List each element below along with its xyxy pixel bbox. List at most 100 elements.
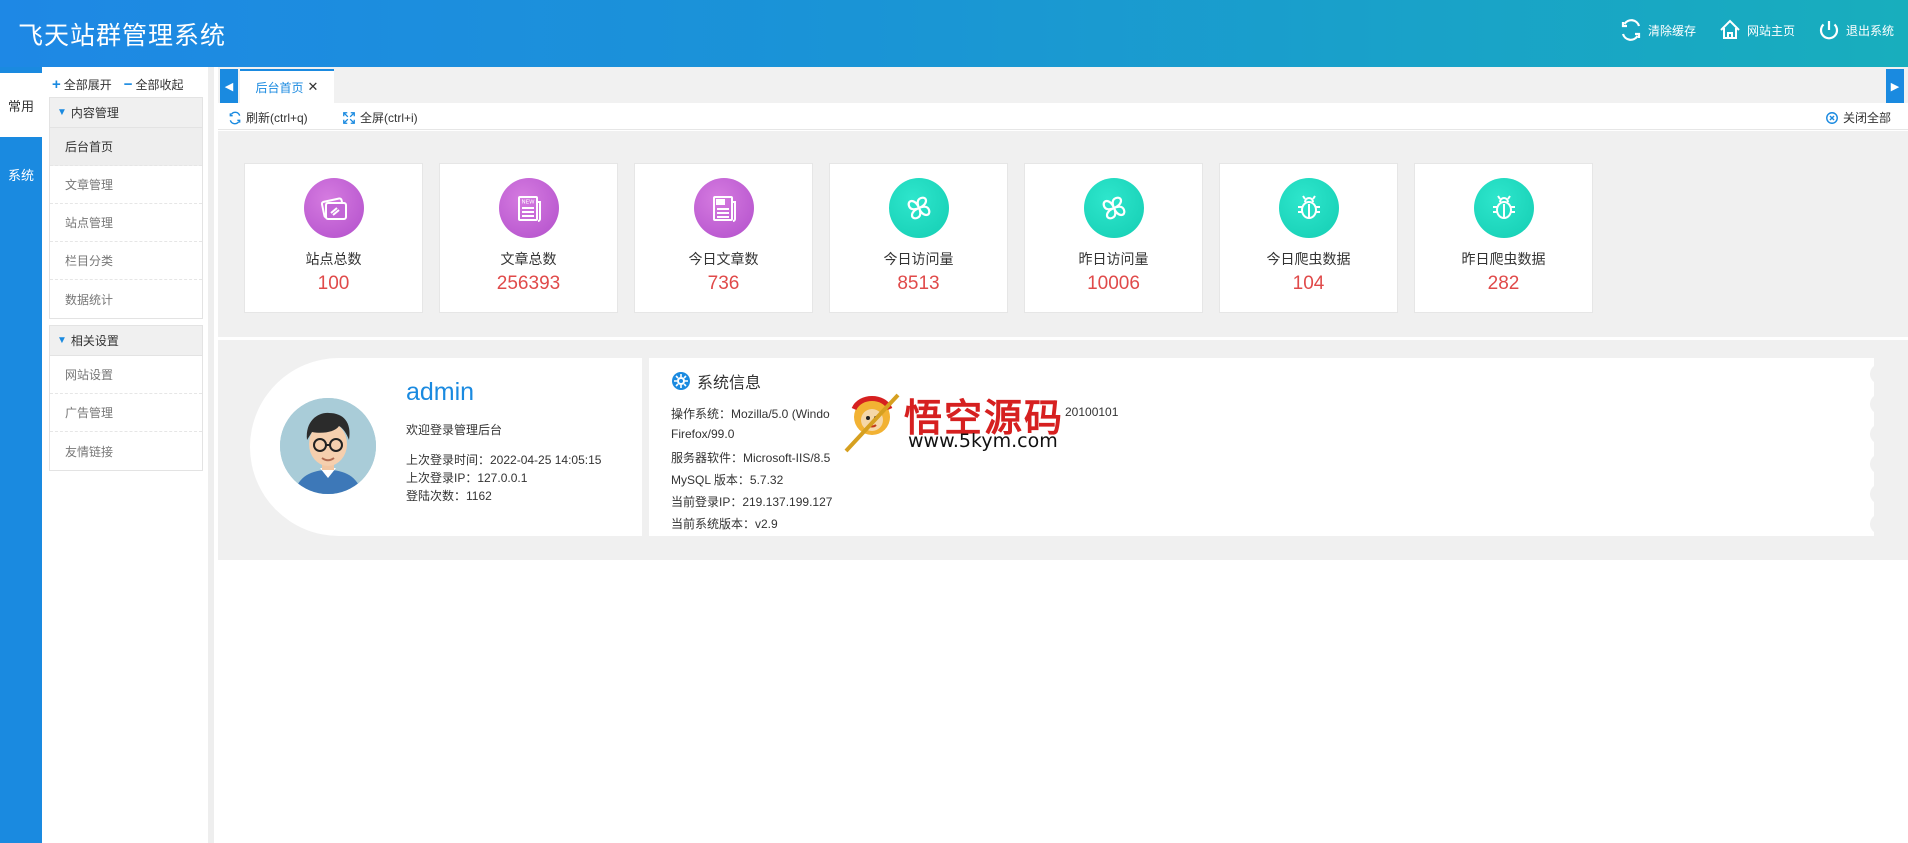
fullscreen-icon	[343, 111, 355, 124]
stat-card-yesterday-visits: 昨日访问量 10006	[1024, 163, 1203, 313]
today-doc-icon	[693, 178, 754, 238]
system-info-card: 系统信息 操作系统：Mozilla/5.0 (Windo 20100101 Fi…	[649, 358, 1874, 536]
clear-cache-label: 清除缓存	[1647, 23, 1696, 38]
stat-card-articles: NEW 文章总数 256393	[439, 163, 618, 313]
login-count: 登陆次数：1162	[406, 489, 492, 503]
settings-icon	[672, 372, 690, 390]
expand-collapse-bar: + 全部展开 − 全部收起	[52, 76, 184, 93]
bug-icon	[1278, 178, 1339, 238]
clover-icon	[888, 178, 949, 238]
ip-info: 当前登录IP：219.137.199.127	[671, 495, 833, 509]
main-content: 站点总数 100 NEW 文章总数 256393 今日文章数 736 今日访问量…	[218, 131, 1908, 843]
sidebar-item-site-settings[interactable]: 网站设置	[50, 356, 202, 394]
bug-icon	[1473, 178, 1534, 238]
power-icon	[1819, 21, 1839, 40]
plus-icon: +	[52, 75, 61, 93]
close-icon[interactable]: ✕	[308, 79, 319, 95]
last-login-time: 上次登录时间：2022-04-25 14:05:15	[406, 453, 602, 467]
collapse-all-button[interactable]: − 全部收起	[124, 76, 184, 93]
system-info-title-text: 系统信息	[697, 375, 762, 392]
expand-all-label: 全部展开	[63, 78, 112, 92]
fullscreen-button[interactable]: 全屏(ctrl+i)	[342, 109, 418, 126]
expand-all-button[interactable]: + 全部展开	[52, 76, 112, 93]
stat-value: 8513	[897, 273, 940, 294]
stat-label: 文章总数	[500, 251, 557, 267]
clover-icon	[1083, 178, 1144, 238]
menu-group-header[interactable]: ▼ 相关设置	[50, 326, 202, 356]
refresh-tab-button[interactable]: 刷新(ctrl+q)	[228, 109, 308, 126]
refresh-icon	[229, 111, 241, 124]
stat-card-today-crawlers: 今日爬虫数据 104	[1219, 163, 1398, 313]
sidebar-item-categories[interactable]: 栏目分类	[50, 242, 202, 280]
stats-area: 站点总数 100 NEW 文章总数 256393 今日文章数 736 今日访问量…	[218, 131, 1908, 337]
tab-scroll-right-button[interactable]: ▶	[1886, 69, 1904, 103]
username: admin	[406, 378, 475, 406]
stat-label: 今日文章数	[688, 251, 759, 267]
home-page-button[interactable]: 网站主页	[1718, 18, 1795, 42]
stat-label: 今日访问量	[883, 251, 954, 267]
sidebar-item-statistics[interactable]: 数据统计	[50, 280, 202, 318]
version-info: 当前系统版本：v2.9	[671, 517, 778, 531]
sidebar: + 全部展开 − 全部收起 ▼ 内容管理 后台首页 文章管理 站点管理 栏目分类 数据…	[42, 67, 214, 843]
chevron-down-icon: ▼	[57, 335, 67, 346]
server-info: 服务器软件：Microsoft-IIS/8.5	[671, 451, 831, 465]
rail-item-system[interactable]: 系统	[0, 142, 42, 206]
watermark-url: www.5kym.com	[908, 430, 1058, 452]
stat-value: 104	[1292, 273, 1325, 294]
home-icon	[1720, 19, 1740, 39]
sidebar-item-sites[interactable]: 站点管理	[50, 204, 202, 242]
browser-info: Firefox/99.0	[671, 427, 735, 441]
refresh-icon	[1621, 19, 1641, 41]
close-all-label: 关闭全部	[1842, 111, 1891, 125]
logout-label: 退出系统	[1845, 23, 1894, 38]
stat-card-today-visits: 今日访问量 8513	[829, 163, 1008, 313]
stat-label: 今日爬虫数据	[1266, 251, 1351, 267]
monkey-king-icon	[844, 393, 900, 453]
avatar	[280, 398, 376, 494]
stat-value: 736	[707, 273, 740, 294]
close-all-tabs-button[interactable]: 关闭全部	[1825, 109, 1891, 126]
rail-item-common[interactable]: 常用	[0, 73, 42, 137]
menu-group-settings: ▼ 相关设置 网站设置 广告管理 友情链接	[49, 325, 203, 471]
close-circle-icon	[1826, 111, 1838, 124]
last-login-ip: 上次登录IP：127.0.0.1	[406, 471, 528, 485]
card-icon	[303, 178, 364, 238]
stat-value: 256393	[496, 273, 561, 294]
tab-toolbar: 刷新(ctrl+q) 全屏(ctrl+i) 关闭全部	[218, 103, 1908, 130]
header-actions: 清除缓存 网站主页 退出系统	[1619, 18, 1894, 42]
logout-button[interactable]: 退出系统	[1817, 18, 1894, 42]
watermark-logo: 悟空源码 www.5kym.com	[840, 387, 1070, 457]
tab-scroll-left-button[interactable]: ◀	[220, 69, 238, 103]
edge-decoration	[1870, 358, 1874, 536]
tab-label: 后台首页	[255, 80, 304, 95]
sidebar-item-dashboard[interactable]: 后台首页	[50, 128, 202, 166]
stat-card-yesterday-crawlers: 昨日爬虫数据 282	[1414, 163, 1593, 313]
minus-icon: −	[123, 75, 133, 93]
refresh-label: 刷新(ctrl+q)	[246, 111, 308, 125]
stat-label: 站点总数	[305, 251, 362, 267]
menu-group-title: 相关设置	[70, 334, 119, 348]
fullscreen-label: 全屏(ctrl+i)	[360, 111, 418, 125]
stat-card-today-articles: 今日文章数 736	[634, 163, 813, 313]
profile-card: admin 欢迎登录管理后台 上次登录时间：2022-04-25 14:05:1…	[250, 358, 642, 536]
menu-group-title: 内容管理	[70, 106, 119, 120]
sidebar-item-links[interactable]: 友情链接	[50, 432, 202, 470]
tab-dashboard[interactable]: 后台首页 ✕	[240, 69, 334, 103]
app-title: 飞天站群管理系统	[18, 21, 227, 50]
welcome-text: 欢迎登录管理后台	[406, 423, 503, 437]
svg-text:NEW: NEW	[521, 200, 535, 206]
sidebar-item-articles[interactable]: 文章管理	[50, 166, 202, 204]
clear-cache-button[interactable]: 清除缓存	[1619, 18, 1696, 42]
stat-value: 10006	[1087, 273, 1140, 294]
sidebar-item-ads[interactable]: 广告管理	[50, 394, 202, 432]
menu-group-header[interactable]: ▼ 内容管理	[50, 98, 202, 128]
stat-label: 昨日访问量	[1078, 251, 1149, 267]
stat-value: 282	[1487, 273, 1520, 294]
os-info: 操作系统：Mozilla/5.0 (Windo	[671, 407, 830, 421]
module-rail: 常用 系统	[0, 67, 42, 843]
os-info-tail: 20100101	[1065, 405, 1119, 419]
system-info-title: 系统信息	[671, 369, 761, 393]
collapse-all-label: 全部收起	[135, 78, 184, 92]
mysql-info: MySQL 版本：5.7.32	[671, 473, 784, 487]
chevron-down-icon: ▼	[57, 107, 67, 118]
